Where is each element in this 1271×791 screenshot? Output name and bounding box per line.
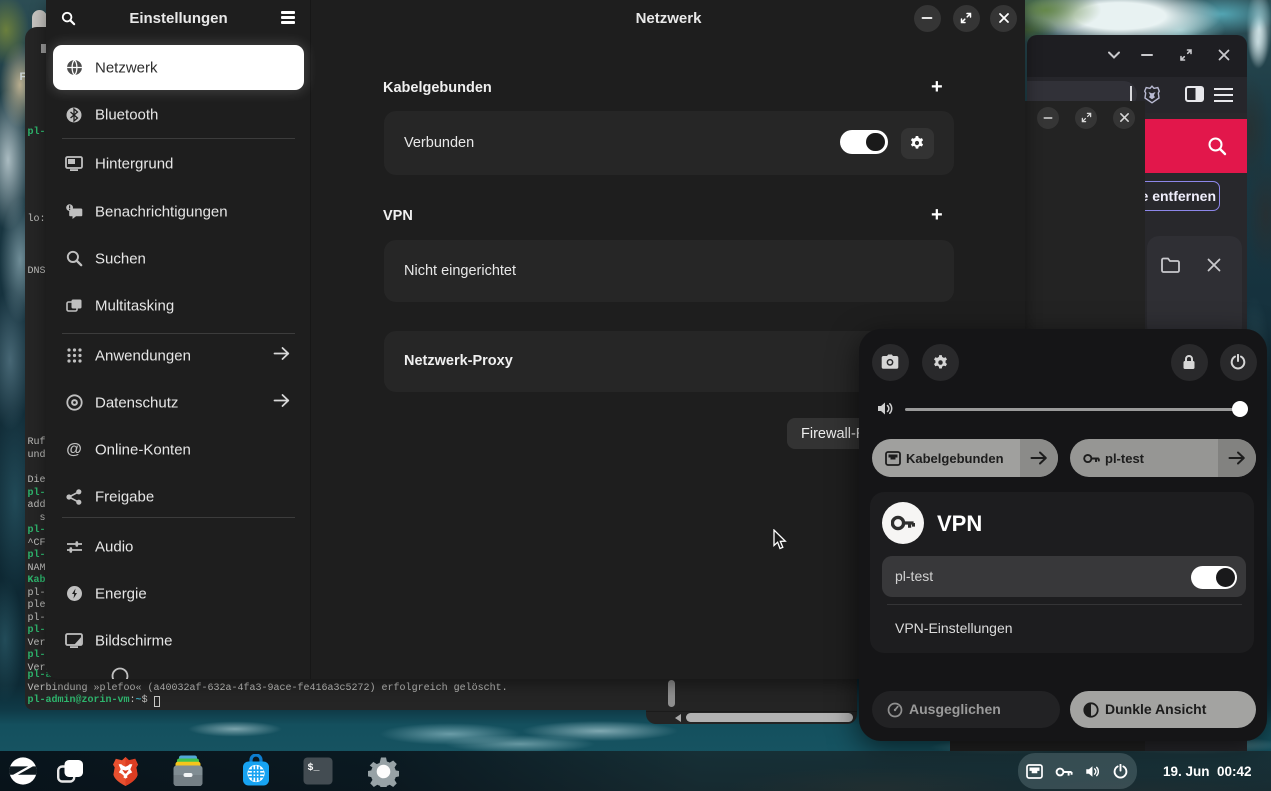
svg-text:$_: $_	[308, 762, 321, 774]
